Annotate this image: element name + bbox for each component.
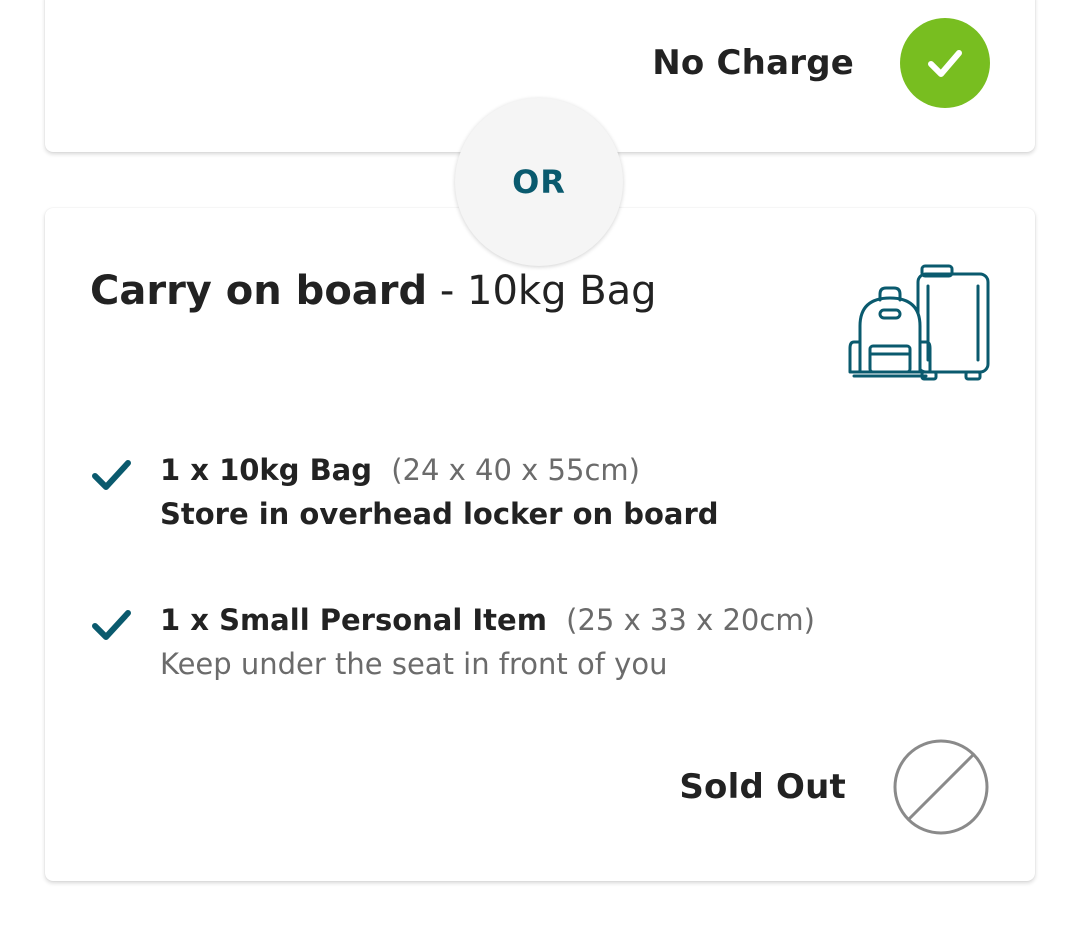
option-title-main: Carry on board (90, 268, 428, 314)
feature-item-cabin-bag: 1 x 10kg Bag (24 x 40 x 55cm) Store in o… (90, 448, 719, 536)
feature-item-personal-item: 1 x Small Personal Item (25 x 33 x 20cm)… (90, 598, 815, 686)
or-label: OR (512, 163, 566, 201)
or-divider: OR (455, 98, 623, 266)
baggage-options-page: No Charge OR Carry on board - 10kg Bag 1… (0, 0, 1080, 939)
check-icon (928, 50, 962, 77)
feature-name: 1 x Small Personal Item (160, 603, 547, 637)
feature-dimensions: (24 x 40 x 55cm) (391, 453, 640, 487)
selected-check-icon[interactable] (900, 18, 990, 108)
check-icon (92, 610, 131, 640)
feature-name: 1 x 10kg Bag (160, 453, 373, 487)
feature-description: Store in overhead locker on board (160, 497, 719, 531)
option-title-weight: 10kg Bag (467, 268, 657, 314)
carry-on-option-card[interactable]: Carry on board - 10kg Bag 1 x 10kg Bag (… (45, 208, 1035, 881)
check-icon (92, 460, 131, 490)
feature-dimensions: (25 x 33 x 20cm) (566, 603, 815, 637)
feature-description: Keep under the seat in front of you (160, 647, 668, 681)
sold-out-label: Sold Out (679, 767, 846, 807)
no-charge-option[interactable]: No Charge (652, 18, 990, 108)
option-title: Carry on board - 10kg Bag (90, 268, 657, 314)
sold-out-option: Sold Out (679, 738, 990, 836)
feature-text: 1 x 10kg Bag (24 x 40 x 55cm) Store in o… (160, 448, 719, 536)
unavailable-icon (893, 739, 989, 835)
backpack-and-suitcase-icon (848, 264, 990, 381)
no-charge-label: No Charge (652, 43, 854, 83)
option-title-separator: - (439, 268, 455, 314)
feature-text: 1 x Small Personal Item (25 x 33 x 20cm)… (160, 598, 815, 686)
